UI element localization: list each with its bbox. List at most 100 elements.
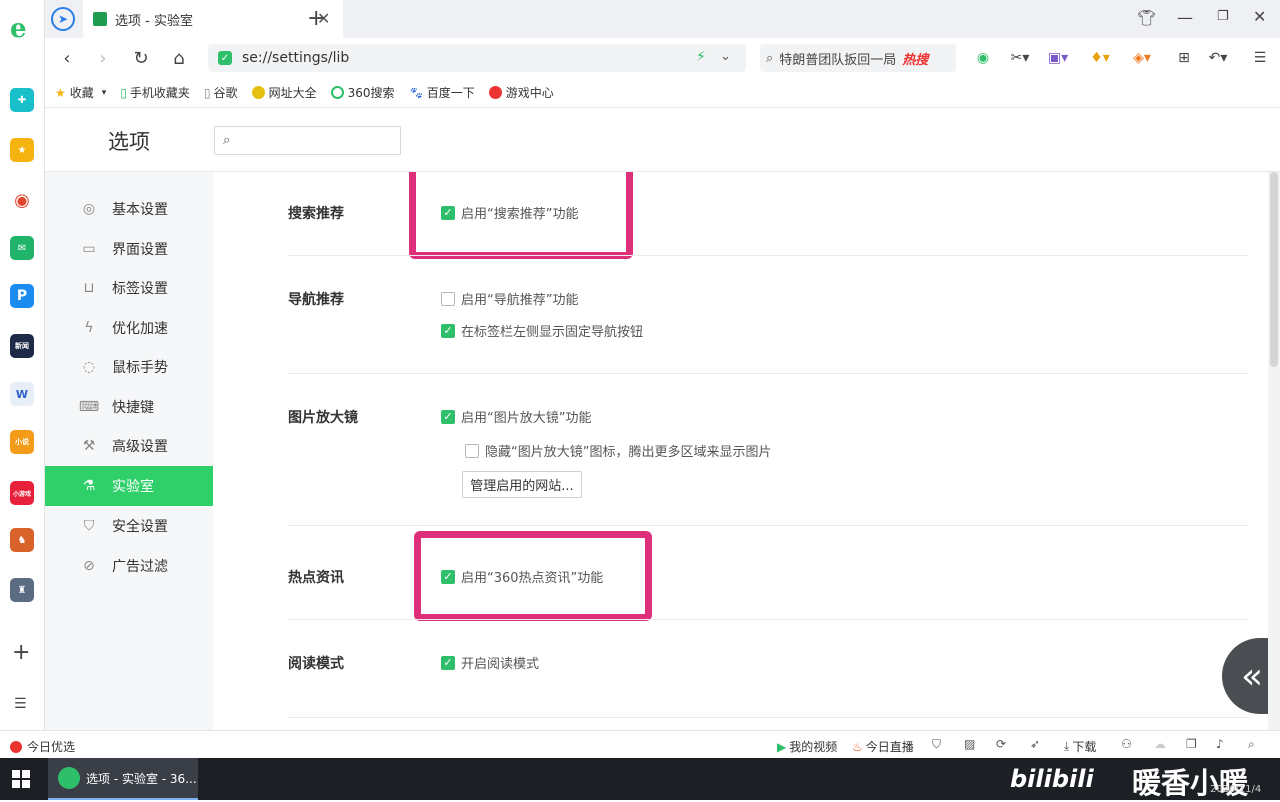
lightning-icon: ϟ <box>84 320 94 336</box>
fixed-nav-button-option[interactable]: ✓ 在标签栏左侧显示固定导航按钮 <box>441 321 643 340</box>
sidebar-item-optimize[interactable]: ϟ 优化加速 <box>45 308 213 348</box>
news-app-icon[interactable]: 新闻 <box>10 334 34 358</box>
today-live[interactable]: ♨ 今日直播 <box>852 738 914 755</box>
game-app-icon-3[interactable]: ♜ <box>10 578 34 602</box>
new-tab-icon[interactable]: + <box>307 6 325 31</box>
section-label-hotspot: 热点资讯 <box>288 570 344 586</box>
settings-search-input[interactable]: ⌕ <box>214 126 401 155</box>
address-bar[interactable]: ✓ se://settings/lib ⚡ ⌄ <box>208 44 746 72</box>
back-icon[interactable]: ‹ <box>53 44 81 72</box>
sidebar-item-basic[interactable]: ◎ 基本设置 <box>45 189 213 229</box>
checkbox-checked-icon[interactable]: ✓ <box>441 655 455 670</box>
sidebar-item-security[interactable]: ⛉ 安全设置 <box>45 506 213 546</box>
sidebar-item-lab[interactable]: ⚗ 实验室 <box>45 466 213 506</box>
browser-logo-icon[interactable]: e <box>10 16 36 42</box>
flask-icon: ⚗ <box>82 478 96 494</box>
game-app-icon[interactable]: 小游戏 <box>10 481 34 505</box>
cloud-icon[interactable]: ☁ <box>1154 737 1166 751</box>
game-app-icon-2[interactable]: ♞ <box>10 528 34 552</box>
collapse-double-chevron-icon[interactable]: « <box>1222 638 1268 714</box>
magnifier-option[interactable]: ✓ 启用“图片放大镜”功能 <box>441 407 591 426</box>
coupon-icon[interactable]: ♦▾ <box>1087 47 1113 69</box>
sidebar-item-advanced[interactable]: ⚒ 高级设置 <box>45 426 213 466</box>
tab-settings-lab[interactable]: 选项 - 实验室 ✕ <box>83 0 343 38</box>
secure-shield-icon: ✓ <box>218 51 232 65</box>
downloads[interactable]: ⤓ 下载 <box>1064 738 1096 755</box>
image-icon[interactable]: ▨ <box>964 737 975 751</box>
translate-icon[interactable]: ▣▾ <box>1045 47 1071 69</box>
hide-magnifier-icon-option[interactable]: 隐藏“图片放大镜”图标，腾出更多区域来显示图片 <box>465 441 771 460</box>
shield-icon[interactable]: ⛉ <box>932 737 941 752</box>
extension-green-icon[interactable]: ◉ <box>970 47 996 69</box>
sidebar-item-mouse[interactable]: ◌ 鼠标手势 <box>45 347 213 387</box>
vertical-scrollbar[interactable] <box>1268 172 1280 730</box>
divider <box>288 717 1248 718</box>
lightning-icon[interactable]: ⚡ <box>696 49 706 65</box>
lab-settings-content: 搜索推荐 ✓ 启用“搜索推荐”功能 导航推荐 启用“导航推荐”功能 ✓ 在标签栏左侧… <box>213 172 1268 730</box>
menu-icon[interactable]: ☰ <box>1247 47 1273 69</box>
gamepad-icon[interactable]: ◈▾ <box>1129 47 1155 69</box>
skin-icon[interactable]: 👕︎ <box>1137 9 1156 27</box>
add-app-icon[interactable]: + <box>12 640 30 665</box>
minimize-icon[interactable]: — <box>1177 8 1193 27</box>
sidebar-item-adblock[interactable]: ⊘ 广告过滤 <box>45 546 213 586</box>
rocket-icon[interactable]: ➶ <box>1030 737 1040 751</box>
sidebar-item-tabs[interactable]: ⊔ 标签设置 <box>45 268 213 308</box>
app-icon-1[interactable]: ✚ <box>10 88 34 112</box>
mail-app-icon[interactable]: ✉ <box>10 236 34 260</box>
navigation-compass-icon[interactable]: ➤ <box>51 7 75 31</box>
reading-mode-option[interactable]: ✓ 开启阅读模式 <box>441 653 539 672</box>
sidebar-item-interface[interactable]: ▭ 界面设置 <box>45 229 213 269</box>
bookmark-baidu[interactable]: 🐾︎ 百度一下 <box>408 84 474 101</box>
highlight-box-search <box>409 172 633 259</box>
mouse-icon: ◌ <box>82 359 96 375</box>
windows-start-icon[interactable] <box>12 770 30 788</box>
checkbox-unchecked-icon[interactable] <box>465 443 479 458</box>
hao-icon <box>251 86 265 99</box>
heart-icon <box>10 740 22 753</box>
hot-search-box[interactable]: ⌕ 特朗普团队扳回一局 热搜 <box>760 44 956 72</box>
refresh-icon[interactable]: ↻ <box>127 44 155 72</box>
divider <box>288 619 1248 620</box>
bookmark-games[interactable]: 游戏中心 <box>488 84 554 101</box>
bilibili-logo-icon: bilibili <box>1010 765 1094 793</box>
scrollbar-thumb[interactable] <box>1270 172 1278 367</box>
sync-icon[interactable]: ⟳ <box>996 737 1006 751</box>
volume-icon[interactable]: ♪ <box>1216 737 1224 751</box>
bookmark-hao[interactable]: 网址大全 <box>251 84 317 101</box>
today-picks[interactable]: 今日优选 <box>10 738 75 755</box>
highlight-box-hotspot <box>414 531 652 621</box>
nav-rec-option[interactable]: 启用“导航推荐”功能 <box>441 289 578 308</box>
manage-sites-button[interactable]: 管理启用的网站... <box>462 471 582 498</box>
close-window-icon[interactable]: ✕ <box>1253 7 1266 26</box>
bookmark-360search[interactable]: 360搜索 <box>330 84 394 101</box>
home-icon[interactable]: ⌂ <box>165 44 193 72</box>
checkbox-unchecked-icon[interactable] <box>441 291 455 306</box>
novel-app-icon[interactable]: 小说 <box>10 430 34 454</box>
my-videos[interactable]: ▶ 我的视频 <box>777 738 837 755</box>
checkbox-checked-icon[interactable]: ✓ <box>441 323 455 338</box>
bookmark-favorites[interactable]: ★ 收藏 ▾ <box>55 84 106 101</box>
undo-icon[interactable]: ↶▾ <box>1205 47 1231 69</box>
bookmark-mobile[interactable]: ▯ 手机收藏夹 <box>120 84 190 101</box>
settings-tab-icon <box>93 12 107 26</box>
scissors-icon[interactable]: ✂▾ <box>1007 47 1033 69</box>
forward-icon[interactable]: › <box>89 44 117 72</box>
list-menu-icon[interactable]: ☰ <box>14 696 27 712</box>
dropdown-chevron-icon[interactable]: ⌄ <box>720 49 731 64</box>
doc-app-icon[interactable]: W <box>10 382 34 406</box>
bookmark-google[interactable]: ▯ 谷歌 <box>204 84 238 101</box>
window-icon[interactable]: ❐ <box>1186 737 1197 751</box>
restore-icon[interactable]: ❐ <box>1217 9 1229 24</box>
apps-grid-icon[interactable]: ⊞ <box>1171 47 1197 69</box>
checkbox-checked-icon[interactable]: ✓ <box>441 409 455 424</box>
p-app-icon[interactable]: P <box>10 284 34 308</box>
zoom-icon[interactable]: ⌕ <box>1248 737 1255 752</box>
favorites-app-icon[interactable]: ★ <box>10 138 34 162</box>
weibo-app-icon[interactable]: ◉ <box>10 188 34 212</box>
taskbar-browser-window[interactable]: 选项 - 实验室 - 36... <box>48 758 198 800</box>
game-controller-icon[interactable]: ⚇ <box>1121 737 1132 751</box>
section-label-reading: 阅读模式 <box>288 656 344 672</box>
sidebar-item-shortcuts[interactable]: ⌨ 快捷键 <box>45 387 213 427</box>
hot-search-text: 特朗普团队扳回一局 <box>779 52 897 68</box>
